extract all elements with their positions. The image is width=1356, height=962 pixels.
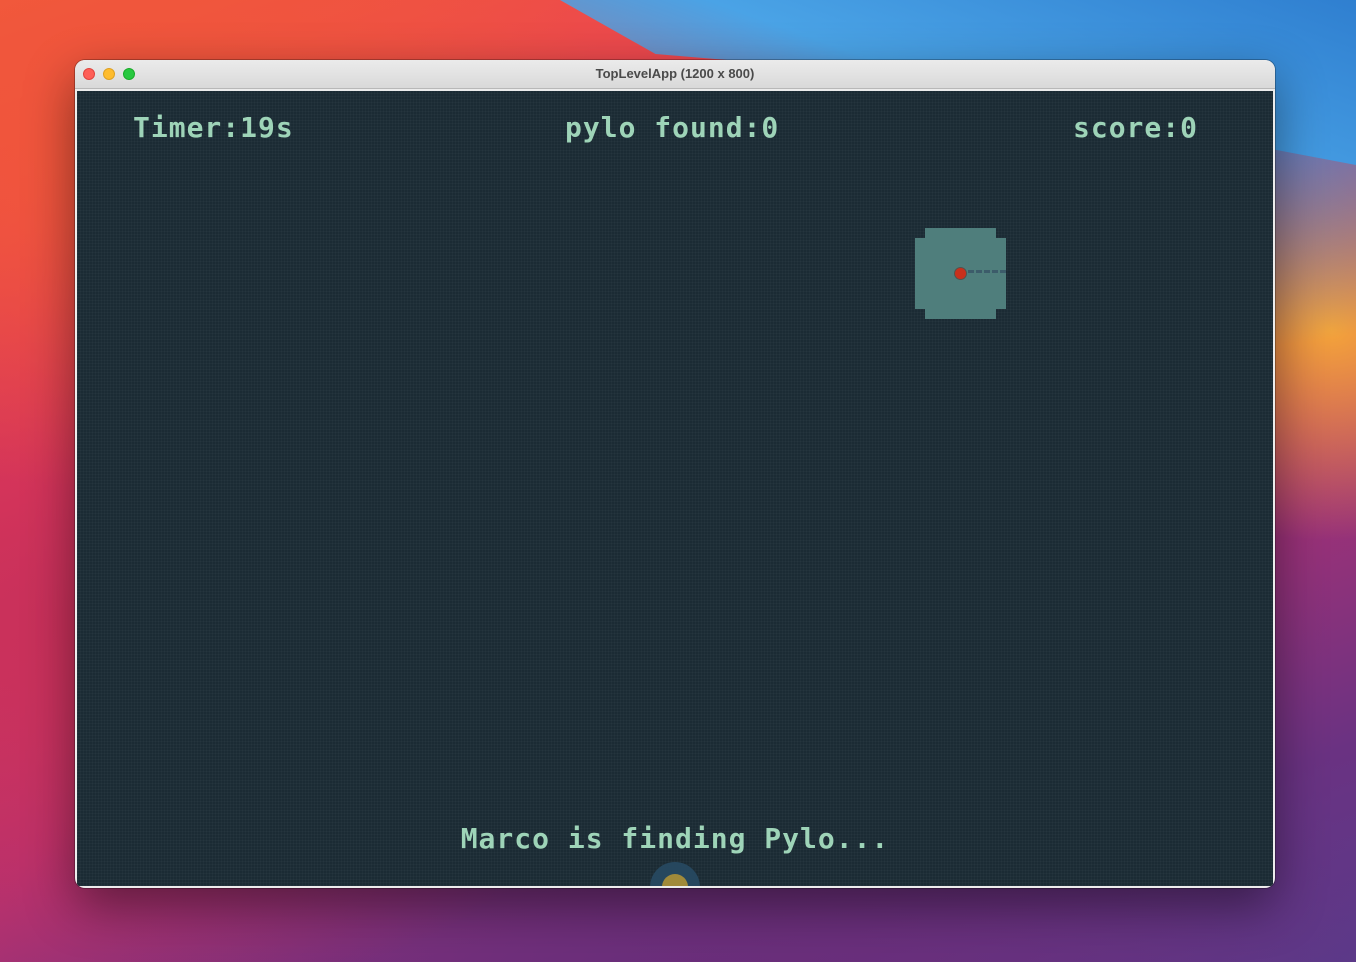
title-bar[interactable]: TopLevelApp (1200 x 800) [75, 60, 1275, 89]
pylo-found-label: pylo found:0 [565, 111, 780, 144]
score-label: score:0 [1072, 111, 1198, 144]
window-title: TopLevelApp (1200 x 800) [595, 66, 755, 81]
search-ray [968, 270, 1006, 273]
marco-player-icon [955, 268, 966, 279]
timer-label: Timer:19s [133, 111, 294, 144]
app-window: TopLevelApp (1200 x 800) Timer:19s pylo … [75, 60, 1275, 888]
game-canvas[interactable]: Timer:19s pylo found:0 score:0 Marco is … [77, 91, 1273, 886]
status-message: Marco is finding Pylo... [460, 822, 890, 855]
